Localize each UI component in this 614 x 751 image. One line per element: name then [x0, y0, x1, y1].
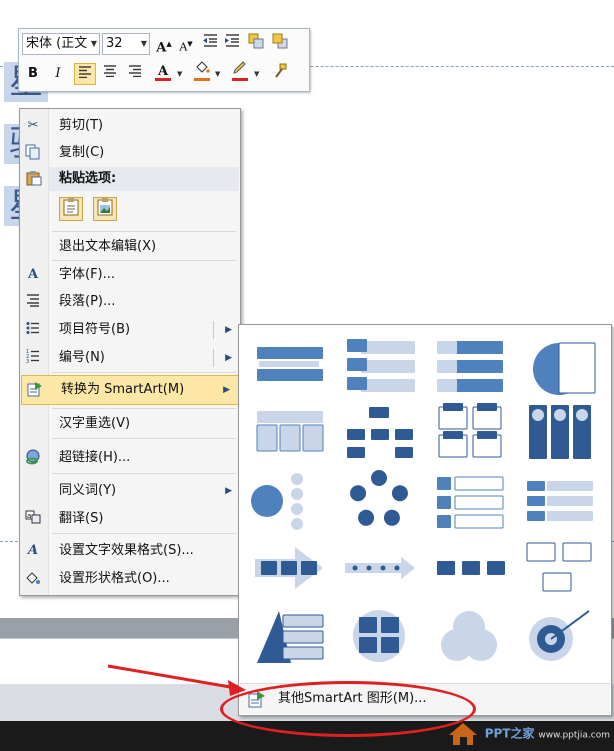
- annotation-overlay: [107, 664, 246, 696]
- annotation-arrow: [107, 664, 237, 690]
- annotation-ellipse: [220, 681, 476, 737]
